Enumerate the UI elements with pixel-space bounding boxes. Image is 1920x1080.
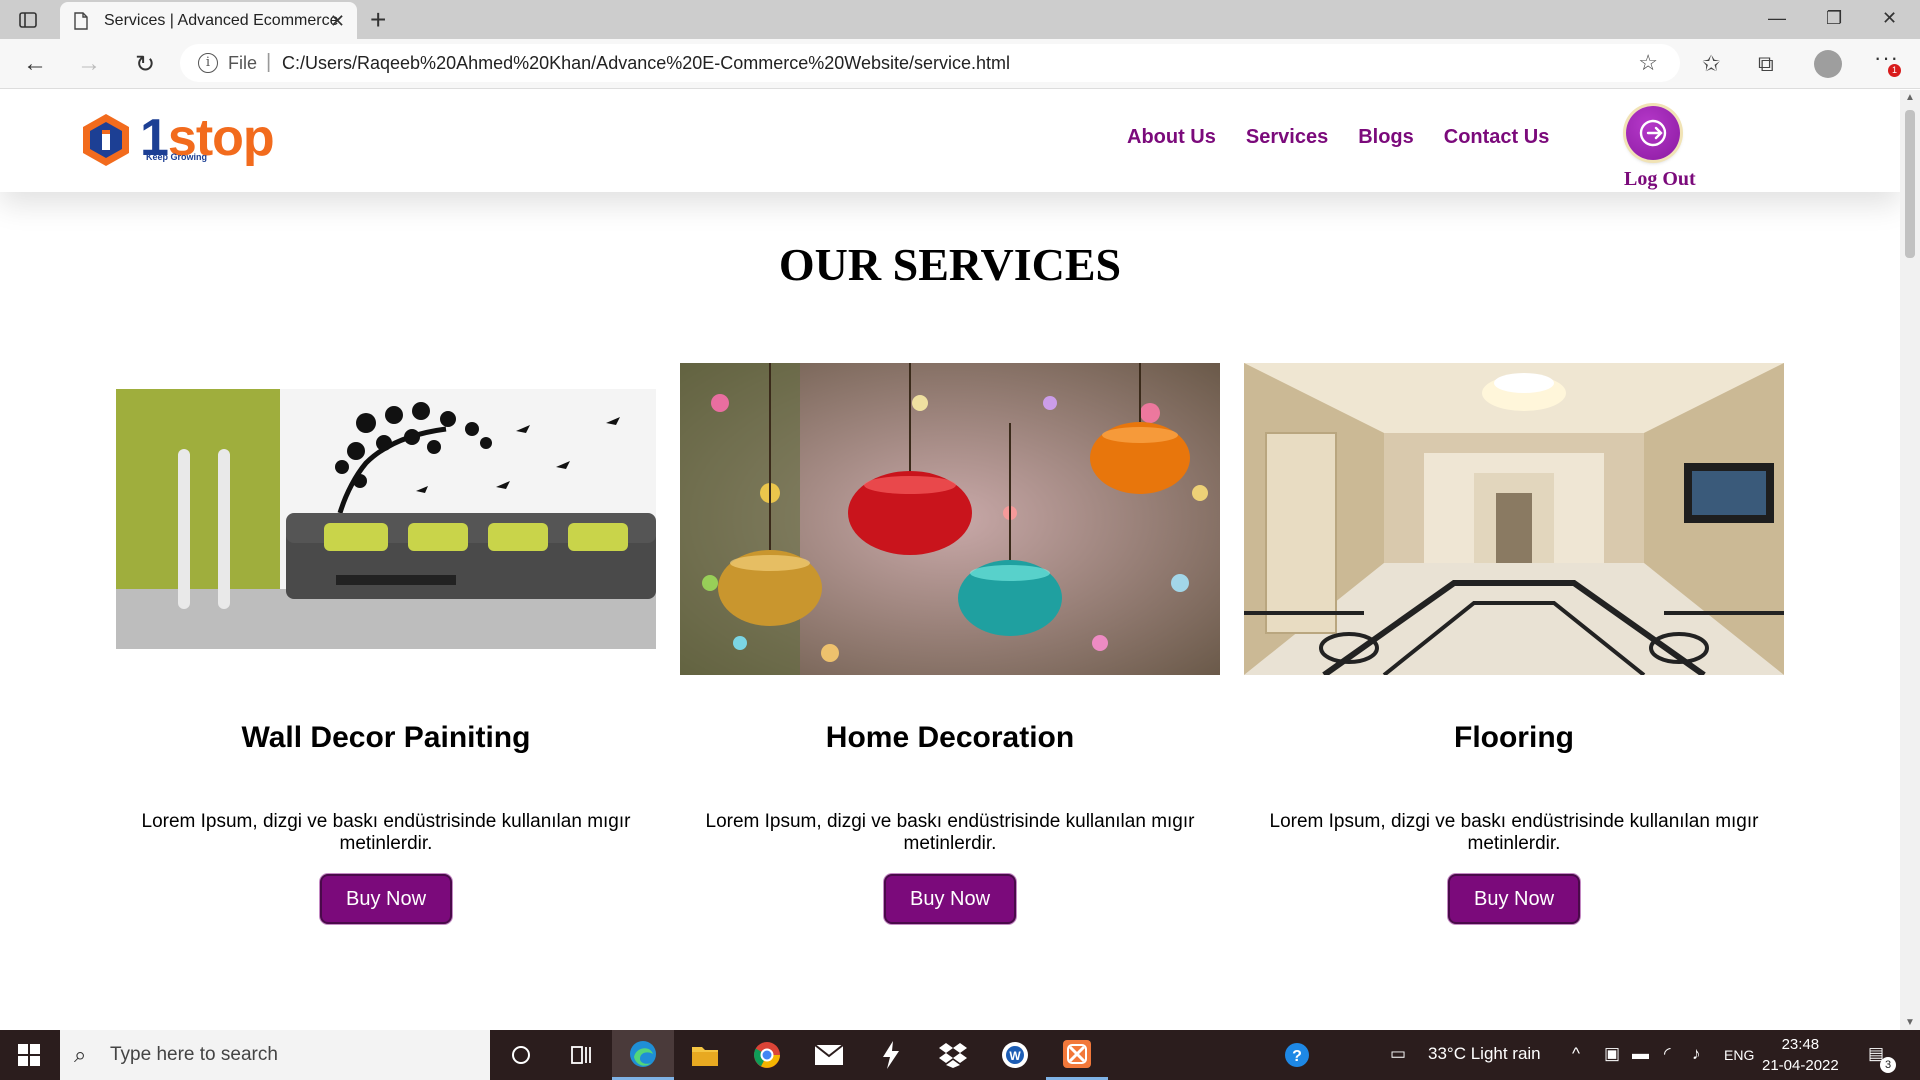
buy-now-button[interactable]: Buy Now — [320, 874, 452, 924]
url-text[interactable]: C:/Users/Raqeeb%20Ahmed%20Khan/Advance%2… — [282, 53, 1010, 74]
address-bar: ← → ↻ i File | C:/Users/Raqeeb%20Ahmed%2… — [0, 39, 1920, 89]
url-separator: | — [266, 51, 272, 73]
restore-icon[interactable]: ❐ — [1826, 8, 1842, 29]
tab-strip: Services | Advanced Ecommerce ✕ + — ❐ ✕ — [0, 0, 1920, 39]
clock-date: 21-04-2022 — [1762, 1057, 1839, 1074]
close-tab-icon[interactable]: ✕ — [330, 11, 345, 32]
notification-badge: 1 — [1888, 64, 1901, 77]
buy-now-button[interactable]: Buy Now — [1448, 874, 1580, 924]
svg-text:W: W — [1009, 1049, 1021, 1063]
collections-icon[interactable]: ⧉ — [1758, 51, 1774, 77]
refresh-icon[interactable]: ↻ — [130, 49, 160, 79]
search-icon: ⌕ — [74, 1042, 87, 1067]
wifi-icon[interactable]: ◜ — [1664, 1044, 1671, 1064]
site-logo[interactable]: 1stop Keep Growing — [80, 108, 275, 168]
weather-text[interactable]: 33°C Light rain — [1428, 1044, 1541, 1064]
add-favorite-icon[interactable]: ☆ — [1638, 50, 1658, 76]
service-description: Lorem Ipsum, dizgi ve baskı endüstrisind… — [141, 811, 631, 854]
site-header: 1stop Keep Growing About Us Services Blo… — [0, 90, 1900, 192]
scrollbar-thumb[interactable] — [1905, 110, 1915, 258]
taskbar: ⌕ Type here to search W ? ▭ 33°C Light r… — [0, 1030, 1920, 1080]
scroll-down-icon[interactable]: ▼ — [1905, 1017, 1915, 1028]
notification-count-badge: 3 — [1880, 1057, 1896, 1073]
forward-icon[interactable]: → — [74, 49, 104, 79]
service-card: Home Decoration Lorem Ipsum, dizgi ve ba… — [680, 363, 1220, 924]
file-explorer-icon[interactable] — [674, 1030, 736, 1080]
nav-services[interactable]: Services — [1246, 126, 1328, 149]
service-description: Lorem Ipsum, dizgi ve baskı endüstrisind… — [1269, 811, 1759, 854]
meet-now-icon[interactable]: ▣ — [1604, 1044, 1620, 1064]
back-icon[interactable]: ← — [20, 49, 50, 79]
browser-tab[interactable]: Services | Advanced Ecommerce ✕ — [60, 2, 357, 39]
logout-button[interactable] — [1626, 106, 1680, 160]
weather-icon[interactable]: ▭ — [1390, 1044, 1406, 1064]
lightning-app-icon[interactable] — [860, 1030, 922, 1080]
flooring-image — [1244, 363, 1784, 678]
page-icon — [74, 12, 88, 35]
logout-label[interactable]: Log Out — [1624, 168, 1696, 191]
page-title: OUR SERVICES — [778, 239, 1122, 290]
battery-icon[interactable]: ▬ — [1632, 1044, 1649, 1064]
favorites-icon[interactable]: ✩ — [1702, 51, 1720, 77]
logo-tagline: Keep Growing — [146, 152, 208, 162]
url-scheme-label: File — [228, 53, 258, 73]
service-name: Flooring — [1454, 721, 1574, 754]
service-card: Wall Decor Painiting Lorem Ipsum, dizgi … — [116, 363, 656, 924]
page-scrollbar[interactable]: ▲ ▼ — [1900, 90, 1920, 1030]
url-field[interactable]: i File | C:/Users/Raqeeb%20Ahmed%20Khan/… — [180, 44, 1680, 82]
close-window-icon[interactable]: ✕ — [1882, 8, 1897, 29]
svg-text:?: ? — [1292, 1048, 1302, 1065]
mail-icon[interactable] — [798, 1030, 860, 1080]
cortana-icon[interactable] — [490, 1030, 552, 1080]
service-card: Flooring Lorem Ipsum, dizgi ve baskı end… — [1244, 363, 1784, 924]
help-icon[interactable]: ? — [1266, 1030, 1328, 1080]
task-view-icon[interactable] — [550, 1030, 612, 1080]
taskbar-search-input[interactable]: ⌕ Type here to search — [60, 1030, 490, 1080]
search-placeholder: Type here to search — [110, 1044, 278, 1065]
clock-time: 23:48 — [1781, 1036, 1820, 1053]
dropbox-icon[interactable] — [922, 1030, 984, 1080]
main-nav: About Us Services Blogs Contact Us — [1127, 126, 1579, 149]
nav-contact-us[interactable]: Contact Us — [1444, 126, 1550, 149]
buy-now-button[interactable]: Buy Now — [884, 874, 1016, 924]
info-icon[interactable]: i — [198, 53, 218, 73]
nav-about-us[interactable]: About Us — [1127, 126, 1216, 149]
minimize-icon[interactable]: — — [1768, 8, 1786, 29]
xampp-icon[interactable] — [1046, 1030, 1108, 1080]
tray-chevron-icon[interactable]: ^ — [1572, 1044, 1580, 1064]
service-name: Home Decoration — [825, 721, 1075, 754]
volume-icon[interactable]: ♪ — [1692, 1044, 1701, 1064]
tab-actions-icon[interactable] — [16, 9, 40, 31]
logout-icon — [1639, 119, 1667, 147]
screen: Services | Advanced Ecommerce ✕ + — ❐ ✕ … — [0, 0, 1920, 1080]
language-indicator[interactable]: ENG — [1724, 1047, 1754, 1063]
logo-hexagon-icon — [83, 114, 129, 166]
service-description: Lorem Ipsum, dizgi ve baskı endüstrisind… — [705, 811, 1195, 854]
profile-avatar[interactable] — [1814, 50, 1842, 78]
new-tab-icon[interactable]: + — [370, 4, 386, 36]
scroll-up-icon[interactable]: ▲ — [1905, 92, 1915, 103]
edge-browser-icon[interactable] — [612, 1030, 674, 1080]
chrome-icon[interactable] — [736, 1030, 798, 1080]
service-name: Wall Decor Painiting — [241, 721, 531, 754]
windows-start-icon[interactable] — [18, 1044, 40, 1071]
wall-decor-image — [116, 363, 656, 675]
word-processor-icon[interactable]: W — [984, 1030, 1046, 1080]
clock[interactable]: 23:48 21-04-2022 — [1762, 1034, 1839, 1076]
home-decoration-image — [680, 363, 1220, 675]
page-viewport: 1stop Keep Growing About Us Services Blo… — [0, 90, 1900, 1030]
nav-blogs[interactable]: Blogs — [1358, 126, 1414, 149]
